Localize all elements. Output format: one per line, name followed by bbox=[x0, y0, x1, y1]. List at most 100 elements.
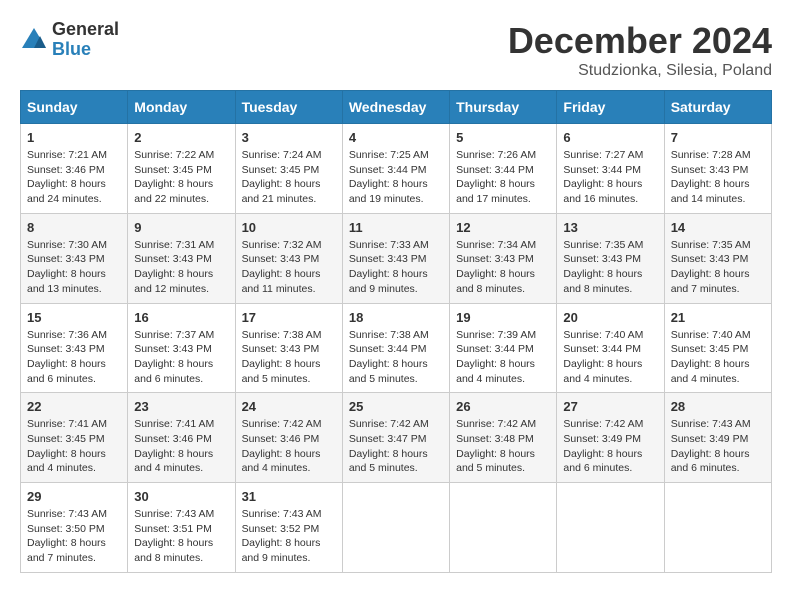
calendar-cell bbox=[557, 483, 664, 573]
calendar-cell: 5 Sunrise: 7:26 AM Sunset: 3:44 PM Daylig… bbox=[450, 124, 557, 214]
calendar-cell: 11 Sunrise: 7:33 AM Sunset: 3:43 PM Dayli… bbox=[342, 213, 449, 303]
day-info: Sunrise: 7:35 AM Sunset: 3:43 PM Dayligh… bbox=[671, 238, 765, 297]
day-number: 28 bbox=[671, 399, 765, 414]
day-number: 13 bbox=[563, 220, 657, 235]
day-number: 6 bbox=[563, 130, 657, 145]
day-number: 7 bbox=[671, 130, 765, 145]
day-number: 5 bbox=[456, 130, 550, 145]
calendar-cell: 22 Sunrise: 7:41 AM Sunset: 3:45 PM Dayli… bbox=[21, 393, 128, 483]
day-number: 23 bbox=[134, 399, 228, 414]
day-number: 29 bbox=[27, 489, 121, 504]
day-number: 24 bbox=[242, 399, 336, 414]
calendar-cell: 10 Sunrise: 7:32 AM Sunset: 3:43 PM Dayli… bbox=[235, 213, 342, 303]
day-number: 20 bbox=[563, 310, 657, 325]
day-info: Sunrise: 7:42 AM Sunset: 3:47 PM Dayligh… bbox=[349, 417, 443, 476]
week-row-4: 22 Sunrise: 7:41 AM Sunset: 3:45 PM Dayli… bbox=[21, 393, 772, 483]
day-info: Sunrise: 7:27 AM Sunset: 3:44 PM Dayligh… bbox=[563, 148, 657, 207]
day-info: Sunrise: 7:38 AM Sunset: 3:44 PM Dayligh… bbox=[349, 328, 443, 387]
day-info: Sunrise: 7:43 AM Sunset: 3:51 PM Dayligh… bbox=[134, 507, 228, 566]
day-number: 9 bbox=[134, 220, 228, 235]
day-number: 14 bbox=[671, 220, 765, 235]
day-info: Sunrise: 7:38 AM Sunset: 3:43 PM Dayligh… bbox=[242, 328, 336, 387]
day-number: 25 bbox=[349, 399, 443, 414]
calendar-cell: 18 Sunrise: 7:38 AM Sunset: 3:44 PM Dayli… bbox=[342, 303, 449, 393]
day-info: Sunrise: 7:43 AM Sunset: 3:49 PM Dayligh… bbox=[671, 417, 765, 476]
calendar-cell: 13Sunrise: 7:35 AM Sunset: 3:43 PM Dayli… bbox=[557, 213, 664, 303]
weekday-header-sunday: Sunday bbox=[21, 91, 128, 124]
day-number: 17 bbox=[242, 310, 336, 325]
day-info: Sunrise: 7:21 AM Sunset: 3:46 PM Dayligh… bbox=[27, 148, 121, 207]
week-row-5: 29 Sunrise: 7:43 AM Sunset: 3:50 PM Dayli… bbox=[21, 483, 772, 573]
calendar-cell bbox=[342, 483, 449, 573]
month-title: December 2024 bbox=[508, 20, 772, 62]
logo-icon bbox=[20, 26, 48, 54]
calendar-cell: 30 Sunrise: 7:43 AM Sunset: 3:51 PM Dayli… bbox=[128, 483, 235, 573]
calendar-cell: 21 Sunrise: 7:40 AM Sunset: 3:45 PM Dayli… bbox=[664, 303, 771, 393]
calendar-cell: 31 Sunrise: 7:43 AM Sunset: 3:52 PM Dayli… bbox=[235, 483, 342, 573]
weekday-header-row: SundayMondayTuesdayWednesdayThursdayFrid… bbox=[21, 91, 772, 124]
day-info: Sunrise: 7:28 AM Sunset: 3:43 PM Dayligh… bbox=[671, 148, 765, 207]
calendar-cell: 15Sunrise: 7:36 AM Sunset: 3:43 PM Dayli… bbox=[21, 303, 128, 393]
day-info: Sunrise: 7:42 AM Sunset: 3:46 PM Dayligh… bbox=[242, 417, 336, 476]
day-info: Sunrise: 7:40 AM Sunset: 3:45 PM Dayligh… bbox=[671, 328, 765, 387]
week-row-1: 1 Sunrise: 7:21 AM Sunset: 3:46 PM Daylig… bbox=[21, 124, 772, 214]
weekday-header-wednesday: Wednesday bbox=[342, 91, 449, 124]
calendar-cell: 8Sunrise: 7:30 AM Sunset: 3:43 PM Daylig… bbox=[21, 213, 128, 303]
calendar-cell: 29 Sunrise: 7:43 AM Sunset: 3:50 PM Dayli… bbox=[21, 483, 128, 573]
logo-text: General Blue bbox=[52, 20, 119, 60]
day-info: Sunrise: 7:40 AM Sunset: 3:44 PM Dayligh… bbox=[563, 328, 657, 387]
day-number: 18 bbox=[349, 310, 443, 325]
day-number: 30 bbox=[134, 489, 228, 504]
calendar-cell: 19Sunrise: 7:39 AM Sunset: 3:44 PM Dayli… bbox=[450, 303, 557, 393]
weekday-header-thursday: Thursday bbox=[450, 91, 557, 124]
day-number: 3 bbox=[242, 130, 336, 145]
page-header: General Blue December 2024 Studzionka, S… bbox=[20, 20, 772, 80]
calendar-cell bbox=[664, 483, 771, 573]
calendar-cell: 28 Sunrise: 7:43 AM Sunset: 3:49 PM Dayli… bbox=[664, 393, 771, 483]
calendar-cell: 3Sunrise: 7:24 AM Sunset: 3:45 PM Daylig… bbox=[235, 124, 342, 214]
day-number: 21 bbox=[671, 310, 765, 325]
day-number: 22 bbox=[27, 399, 121, 414]
day-number: 1 bbox=[27, 130, 121, 145]
day-info: Sunrise: 7:22 AM Sunset: 3:45 PM Dayligh… bbox=[134, 148, 228, 207]
calendar-cell: 26Sunrise: 7:42 AM Sunset: 3:48 PM Dayli… bbox=[450, 393, 557, 483]
logo-blue: Blue bbox=[52, 40, 119, 60]
day-info: Sunrise: 7:37 AM Sunset: 3:43 PM Dayligh… bbox=[134, 328, 228, 387]
day-info: Sunrise: 7:43 AM Sunset: 3:52 PM Dayligh… bbox=[242, 507, 336, 566]
weekday-header-friday: Friday bbox=[557, 91, 664, 124]
calendar-cell: 1 Sunrise: 7:21 AM Sunset: 3:46 PM Daylig… bbox=[21, 124, 128, 214]
calendar-table: SundayMondayTuesdayWednesdayThursdayFrid… bbox=[20, 90, 772, 573]
title-section: December 2024 Studzionka, Silesia, Polan… bbox=[508, 20, 772, 80]
day-number: 8 bbox=[27, 220, 121, 235]
calendar-cell: 17 Sunrise: 7:38 AM Sunset: 3:43 PM Dayli… bbox=[235, 303, 342, 393]
day-info: Sunrise: 7:32 AM Sunset: 3:43 PM Dayligh… bbox=[242, 238, 336, 297]
day-number: 15 bbox=[27, 310, 121, 325]
calendar-cell: 24 Sunrise: 7:42 AM Sunset: 3:46 PM Dayli… bbox=[235, 393, 342, 483]
week-row-3: 15Sunrise: 7:36 AM Sunset: 3:43 PM Dayli… bbox=[21, 303, 772, 393]
day-number: 11 bbox=[349, 220, 443, 235]
calendar-cell: 16 Sunrise: 7:37 AM Sunset: 3:43 PM Dayli… bbox=[128, 303, 235, 393]
day-info: Sunrise: 7:41 AM Sunset: 3:46 PM Dayligh… bbox=[134, 417, 228, 476]
day-number: 4 bbox=[349, 130, 443, 145]
day-info: Sunrise: 7:26 AM Sunset: 3:44 PM Dayligh… bbox=[456, 148, 550, 207]
day-info: Sunrise: 7:42 AM Sunset: 3:48 PM Dayligh… bbox=[456, 417, 550, 476]
day-info: Sunrise: 7:34 AM Sunset: 3:43 PM Dayligh… bbox=[456, 238, 550, 297]
day-info: Sunrise: 7:41 AM Sunset: 3:45 PM Dayligh… bbox=[27, 417, 121, 476]
day-number: 27 bbox=[563, 399, 657, 414]
calendar-cell: 20 Sunrise: 7:40 AM Sunset: 3:44 PM Dayli… bbox=[557, 303, 664, 393]
calendar-cell: 23 Sunrise: 7:41 AM Sunset: 3:46 PM Dayli… bbox=[128, 393, 235, 483]
logo-general: General bbox=[52, 20, 119, 40]
day-number: 10 bbox=[242, 220, 336, 235]
day-number: 12 bbox=[456, 220, 550, 235]
weekday-header-monday: Monday bbox=[128, 91, 235, 124]
day-number: 19 bbox=[456, 310, 550, 325]
day-number: 31 bbox=[242, 489, 336, 504]
day-info: Sunrise: 7:33 AM Sunset: 3:43 PM Dayligh… bbox=[349, 238, 443, 297]
week-row-2: 8Sunrise: 7:30 AM Sunset: 3:43 PM Daylig… bbox=[21, 213, 772, 303]
calendar-cell: 6 Sunrise: 7:27 AM Sunset: 3:44 PM Daylig… bbox=[557, 124, 664, 214]
weekday-header-tuesday: Tuesday bbox=[235, 91, 342, 124]
day-number: 16 bbox=[134, 310, 228, 325]
day-info: Sunrise: 7:43 AM Sunset: 3:50 PM Dayligh… bbox=[27, 507, 121, 566]
day-info: Sunrise: 7:42 AM Sunset: 3:49 PM Dayligh… bbox=[563, 417, 657, 476]
calendar-cell: 12 Sunrise: 7:34 AM Sunset: 3:43 PM Dayli… bbox=[450, 213, 557, 303]
